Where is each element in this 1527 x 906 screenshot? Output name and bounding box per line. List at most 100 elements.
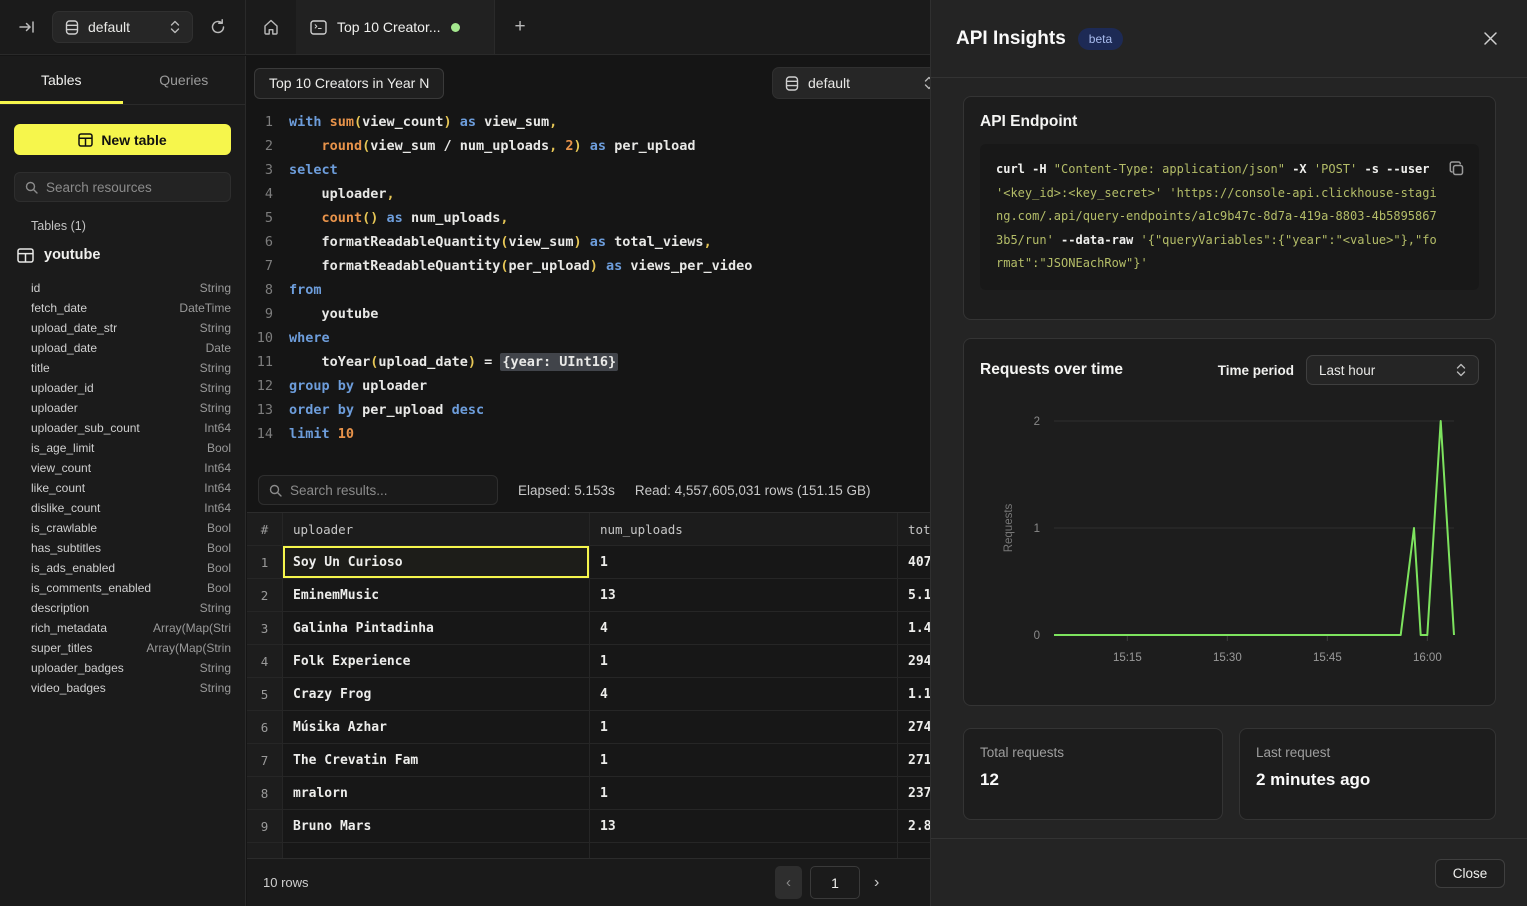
copy-icon	[1448, 160, 1465, 177]
query-tab[interactable]: Top 10 Creator...	[296, 0, 495, 54]
cell-uploader[interactable]: The Crevatin Fam	[283, 744, 590, 776]
cell-uploader[interactable]: Músika Azhar	[283, 711, 590, 743]
tables-section-label: Tables (1)	[31, 219, 86, 233]
api-endpoint-card: API Endpoint curl -H "Content-Type: appl…	[963, 96, 1496, 320]
unsaved-changes-dot	[451, 23, 460, 32]
cell-uploader[interactable]: Crazy Frog	[283, 678, 590, 710]
cell-num-uploads[interactable]: 4	[590, 678, 898, 710]
column-type: DateTime	[179, 301, 231, 315]
tab-tables[interactable]: Tables	[0, 56, 123, 104]
cell-uploader[interactable]: Bruno Mars	[283, 810, 590, 842]
cell-num-uploads[interactable]: 1	[590, 744, 898, 776]
total-requests-label: Total requests	[980, 745, 1206, 760]
sql-editor[interactable]: 1with sum(view_count) as view_sum,2 roun…	[247, 110, 947, 462]
svg-text:15:30: 15:30	[1213, 652, 1242, 664]
previous-page-button[interactable]: ‹	[775, 866, 802, 899]
column-name: rich_metadata	[31, 621, 107, 635]
column-type: Bool	[207, 561, 231, 575]
code-line: 2 round(view_sum / num_uploads, 2) as pe…	[247, 134, 947, 158]
table-column: fetch_dateDateTime	[31, 298, 231, 318]
row-index[interactable]: 6	[247, 711, 283, 743]
next-page-button[interactable]: ›	[868, 874, 885, 892]
close-button[interactable]: Close	[1435, 859, 1505, 888]
column-name: title	[31, 361, 50, 375]
cell-num-uploads[interactable]: 13	[590, 579, 898, 611]
row-index[interactable]: 9	[247, 810, 283, 842]
table-column-list: idStringfetch_dateDateTimeupload_date_st…	[31, 278, 231, 698]
svg-text:16:00: 16:00	[1413, 652, 1442, 664]
table-icon	[78, 133, 93, 147]
table-column: is_ads_enabledBool	[31, 558, 231, 578]
new-tab-button[interactable]: +	[495, 0, 545, 54]
code-line: 3select	[247, 158, 947, 182]
line-number: 10	[247, 326, 273, 350]
copy-button[interactable]	[1444, 156, 1469, 181]
cell-uploader[interactable]: EminemMusic	[283, 579, 590, 611]
api-insights-panel: API Insights beta API Endpoint curl -H "…	[930, 0, 1527, 906]
cell-num-uploads[interactable]: 1	[590, 777, 898, 809]
column-name: uploader_id	[31, 381, 94, 395]
line-number: 11	[247, 350, 273, 374]
cell-num-uploads[interactable]: 1	[590, 546, 898, 578]
home-button[interactable]	[246, 0, 296, 54]
time-period-label: Time period	[1218, 363, 1294, 378]
cell-num-uploads[interactable]: 13	[590, 810, 898, 842]
line-number: 6	[247, 230, 273, 254]
cell-uploader[interactable]: mralorn	[283, 777, 590, 809]
query-title-chip[interactable]: Top 10 Creators in Year N	[254, 68, 444, 99]
row-index[interactable]: 1	[247, 546, 283, 578]
resource-search-input[interactable]	[46, 180, 220, 195]
new-table-button[interactable]: New table	[14, 124, 231, 155]
line-number: 9	[247, 302, 273, 326]
column-header-num-uploads[interactable]: num_uploads	[590, 513, 898, 545]
cell-uploader[interactable]: Galinha Pintadinha	[283, 612, 590, 644]
table-column: is_age_limitBool	[31, 438, 231, 458]
code-line: 6 formatReadableQuantity(view_sum) as to…	[247, 230, 947, 254]
sidebar-tabs: Tables Queries	[0, 56, 245, 105]
results-search-input[interactable]	[290, 483, 487, 498]
column-name: uploader_badges	[31, 661, 124, 675]
line-number: 8	[247, 278, 273, 302]
refresh-button[interactable]	[205, 14, 231, 40]
column-type: Date	[206, 341, 231, 355]
results-toolbar: Elapsed: 5.153s Read: 4,557,605,031 rows…	[247, 468, 947, 512]
editor-database-selector[interactable]: default	[772, 67, 947, 99]
table-column: like_countInt64	[31, 478, 231, 498]
cell-num-uploads[interactable]: 1	[590, 645, 898, 677]
editor-database-selector-value: default	[808, 75, 915, 91]
cell-num-uploads[interactable]: 4	[590, 612, 898, 644]
cell-uploader[interactable]: Folk Experience	[283, 645, 590, 677]
table-column: video_badgesString	[31, 678, 231, 698]
table-name: youtube	[44, 247, 100, 263]
column-header-uploader[interactable]: uploader	[283, 513, 590, 545]
sidebar-item-youtube-table[interactable]: youtube	[14, 241, 231, 269]
row-index[interactable]: 2	[247, 579, 283, 611]
table-column: idString	[31, 278, 231, 298]
time-period-selector[interactable]: Last hour	[1306, 355, 1479, 385]
row-index[interactable]: 5	[247, 678, 283, 710]
row-index[interactable]: 7	[247, 744, 283, 776]
svg-text:0: 0	[1034, 630, 1040, 642]
row-index[interactable]: 8	[247, 777, 283, 809]
table-column: has_subtitlesBool	[31, 538, 231, 558]
cell-num-uploads[interactable]: 1	[590, 711, 898, 743]
table-column: titleString	[31, 358, 231, 378]
column-name: uploader	[31, 401, 78, 415]
requests-chart: 012Requests15:1515:3015:4516:00	[964, 339, 1497, 707]
database-icon	[785, 76, 799, 91]
table-column: descriptionString	[31, 598, 231, 618]
current-page[interactable]: 1	[810, 866, 860, 899]
column-name: like_count	[31, 481, 85, 495]
column-type: Array(Map(Stri	[153, 621, 231, 635]
collapse-sidebar-button[interactable]	[14, 14, 40, 40]
row-index[interactable]: 3	[247, 612, 283, 644]
panel-close-button[interactable]	[1479, 27, 1502, 50]
database-selector-value: default	[88, 19, 161, 35]
row-index[interactable]: 4	[247, 645, 283, 677]
tab-queries[interactable]: Queries	[123, 56, 246, 104]
database-selector[interactable]: default	[52, 11, 193, 43]
column-header-index[interactable]: #	[247, 513, 283, 545]
cell-uploader[interactable]: Soy Un Curioso	[283, 546, 590, 578]
chevron-updown-icon	[170, 20, 180, 34]
results-search	[258, 475, 498, 505]
